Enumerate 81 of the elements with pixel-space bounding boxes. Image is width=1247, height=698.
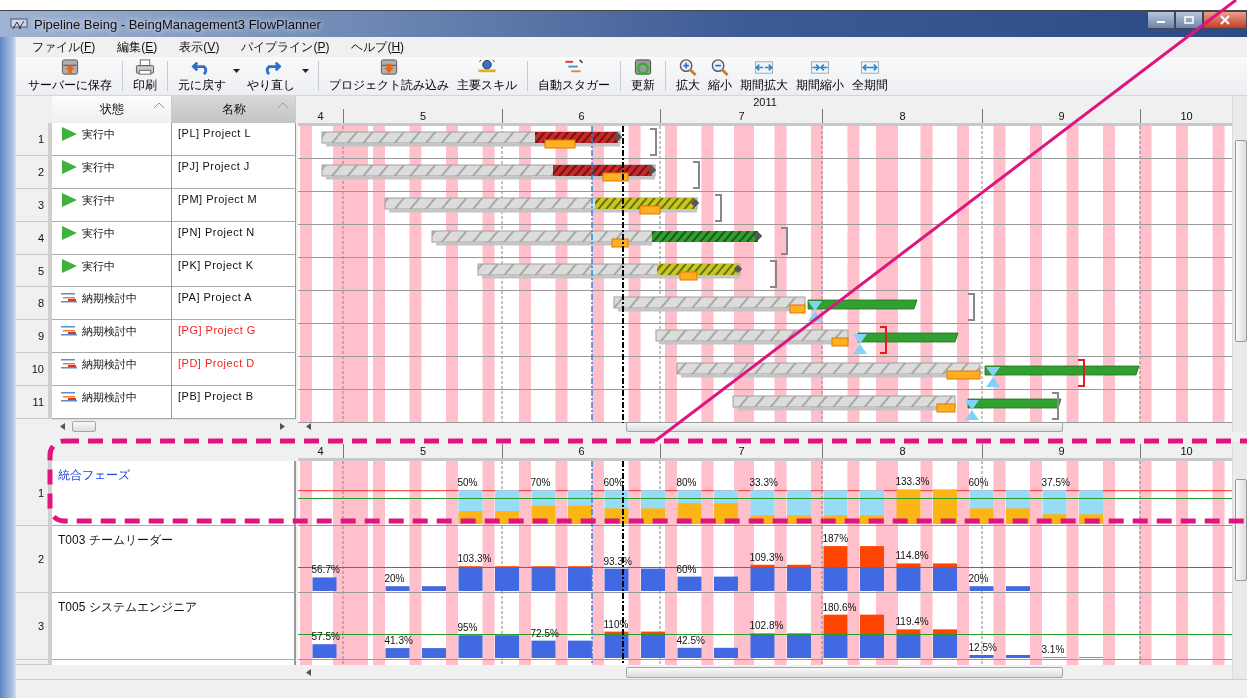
value-label: 70% [530,477,551,489]
month-label: 10 [1180,109,1193,122]
status-cell: 実行中 [52,254,172,288]
value-label: 42.5% [676,634,705,646]
month-label: 9 [1058,109,1065,122]
menu-item[interactable]: 編集(E) [111,38,170,56]
status-cell: 納期検討中 [52,287,172,321]
month-label: 6 [578,444,585,457]
value-label: 133.3% [895,476,930,488]
month-label: 4 [317,109,324,122]
value-label: 110% [603,618,629,630]
value-label: 12.5% [968,641,997,653]
status-cell: 実行中 [52,188,172,222]
menu-item[interactable]: ヘルプ(H) [345,38,417,56]
value-label: 119.4% [895,616,929,628]
value-label: 80% [676,477,697,489]
menu-item[interactable]: パイプライン(P) [235,38,342,56]
toolbar-button[interactable]: 拡大 [672,57,704,95]
project-name-cell: [PK] Project K [172,254,296,288]
project-name-cell: [PA] Project A [172,287,296,321]
project-name-cell: [PD] Project D [172,353,296,387]
project-name-cell: [PB] Project B [172,386,296,420]
status-cell: 納期検討中 [52,320,172,354]
project-name-cell: [PM] Project M [172,188,296,222]
toolbar-button[interactable]: やり直し [243,57,299,95]
value-label: 95% [457,622,478,634]
project-name-cell: [PL] Project L [172,122,296,156]
value-label: 37.5% [1041,477,1070,489]
resource-name-cell: 統合フェーズ [52,461,296,526]
window-title: Pipeline Being - BeingManagement3 FlowPlanner [34,16,321,32]
month-label: 8 [899,109,906,122]
toolbar-button[interactable]: 元に戻す [174,57,230,95]
column-header[interactable]: 状態 [51,96,173,123]
toolbar-button[interactable]: 更新 [627,57,659,95]
value-label: 102.8% [749,620,784,632]
toolbar-button[interactable]: サーバーに保存 [24,57,116,95]
value-label: 60% [603,477,624,489]
value-label: 20% [384,573,405,585]
month-label: 7 [738,109,745,122]
menu-item[interactable]: ファイル(F) [26,38,108,56]
value-label: 114.8% [895,550,929,562]
value-label: 60% [968,477,989,489]
value-label: 180.6% [822,601,857,613]
value-label: 187% [822,533,849,545]
month-label: 9 [1058,444,1065,457]
month-label: 4 [317,444,324,457]
menu-item[interactable]: 表示(V) [173,38,232,56]
status-cell: 実行中 [52,221,172,255]
value-label: 41.3% [384,635,413,646]
toolbar-button[interactable]: プロジェクト読み込み [325,57,453,95]
toolbar-button[interactable]: 期間縮小 [792,57,848,95]
month-label: 7 [738,444,745,457]
status-cell: 実行中 [52,122,172,156]
toolbar-button[interactable]: 期間拡大 [736,57,792,95]
month-label: 8 [899,444,906,457]
status-cell: 実行中 [52,155,172,189]
resource-name-cell: T005 システムエンジニア [52,593,296,660]
value-label: 50% [457,477,478,489]
toolbar-button[interactable]: 印刷 [129,57,161,95]
year-label: 2011 [752,96,778,109]
project-name-cell: [PJ] Project J [172,155,296,189]
project-name-cell: [PN] Project N [172,221,296,255]
value-label: 33.3% [749,477,778,489]
status-cell: 納期検討中 [52,386,172,420]
value-label: 20% [968,573,989,585]
month-label: 6 [578,109,585,122]
month-label: 10 [1180,444,1193,457]
toolbar-button[interactable]: 全期間 [848,57,892,95]
resource-name-cell: T003 チームリーダー [52,526,296,593]
toolbar-button[interactable]: 自動スタガー [534,57,614,95]
value-label: 3.1% [1041,644,1065,656]
value-label: 103.3% [457,553,492,565]
month-label: 5 [419,444,427,457]
project-name-cell: [PG] Project G [172,320,296,354]
toolbar-button[interactable]: 縮小 [704,57,736,95]
toolbar-button[interactable]: 主要スキル [453,57,521,95]
column-header[interactable]: 名称 [172,96,296,123]
month-label: 5 [419,109,427,122]
status-cell: 納期検討中 [52,353,172,387]
value-label: 93.3% [603,555,632,567]
value-label: 109.3% [749,551,784,563]
